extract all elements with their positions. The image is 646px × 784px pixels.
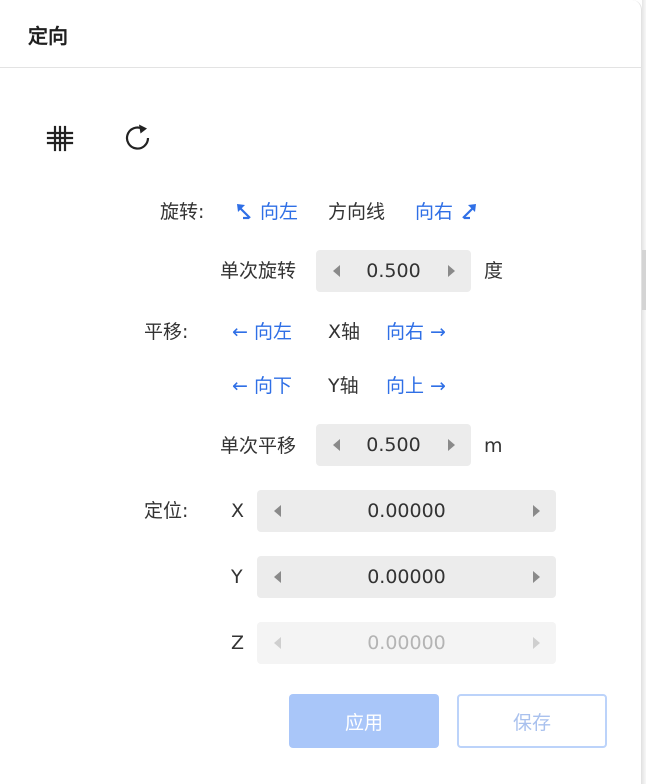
translation-step-unit: m — [484, 435, 503, 457]
caret-left-icon — [332, 265, 340, 277]
move-right-button[interactable]: 向右 → — [386, 320, 446, 344]
rotate-right-label: 向右 — [415, 201, 454, 223]
orientation-panel: 定向 旋转: 向左 方向线 向右 单次旋转 0.500 度 平移: ← 向左 X… — [0, 0, 642, 784]
rotate-right-button[interactable]: 向右 — [415, 200, 479, 224]
rotate-refresh-icon[interactable] — [120, 120, 156, 156]
y-axis-label: Y轴 — [328, 375, 359, 397]
translation-step-value[interactable]: 0.500 — [346, 424, 441, 466]
position-x-increment[interactable] — [521, 490, 551, 532]
rotate-left-icon — [234, 201, 260, 223]
rotation-step-increment[interactable] — [436, 250, 466, 292]
scrollbar-track[interactable] — [642, 0, 646, 784]
caret-right-icon — [532, 637, 540, 649]
translation-step-increment[interactable] — [436, 424, 466, 466]
position-y-value[interactable]: 0.00000 — [287, 556, 526, 598]
x-axis-label: X轴 — [328, 321, 361, 343]
caret-right-icon — [447, 439, 455, 451]
move-up-button[interactable]: 向上 → — [386, 374, 446, 398]
translation-step-stepper: 0.500 — [316, 424, 471, 466]
move-left-button[interactable]: ← 向左 — [232, 320, 292, 344]
position-z-increment — [521, 622, 551, 664]
position-x-label: X — [231, 500, 245, 522]
translation-label: 平移: — [144, 321, 189, 343]
rotate-right-icon — [459, 201, 479, 223]
rotation-step-stepper: 0.500 — [316, 250, 471, 292]
caret-left-icon — [273, 505, 281, 517]
save-button[interactable]: 保存 — [457, 694, 607, 748]
position-label: 定位: — [144, 500, 189, 522]
rotation-step-unit: 度 — [484, 260, 504, 282]
position-y-increment[interactable] — [521, 556, 551, 598]
page-title: 定向 — [28, 24, 68, 48]
scrollbar-thumb[interactable] — [642, 250, 646, 310]
translation-step-label: 单次平移 — [220, 435, 297, 457]
position-y-label: Y — [231, 566, 243, 588]
position-z-stepper: 0.00000 — [257, 622, 556, 664]
caret-right-icon — [532, 505, 540, 517]
rotation-step-label: 单次旋转 — [220, 260, 297, 282]
caret-right-icon — [532, 571, 540, 583]
caret-left-icon — [273, 571, 281, 583]
panel-header: 定向 — [0, 0, 642, 68]
direction-line-label: 方向线 — [328, 201, 386, 223]
position-y-stepper: 0.00000 — [257, 556, 556, 598]
rotation-label: 旋转: — [160, 201, 205, 223]
apply-button[interactable]: 应用 — [289, 694, 439, 748]
rotate-left-label: 向左 — [260, 201, 299, 223]
rotate-left-button[interactable]: 向左 — [234, 200, 298, 224]
rotation-step-value[interactable]: 0.500 — [346, 250, 441, 292]
position-z-label: Z — [231, 632, 245, 654]
position-x-value[interactable]: 0.00000 — [287, 490, 526, 532]
caret-left-icon — [332, 439, 340, 451]
grid-icon[interactable] — [42, 120, 78, 156]
caret-right-icon — [447, 265, 455, 277]
caret-left-icon — [273, 637, 281, 649]
move-down-button[interactable]: ← 向下 — [232, 374, 292, 398]
position-z-value: 0.00000 — [367, 632, 446, 654]
position-x-stepper: 0.00000 — [257, 490, 556, 532]
